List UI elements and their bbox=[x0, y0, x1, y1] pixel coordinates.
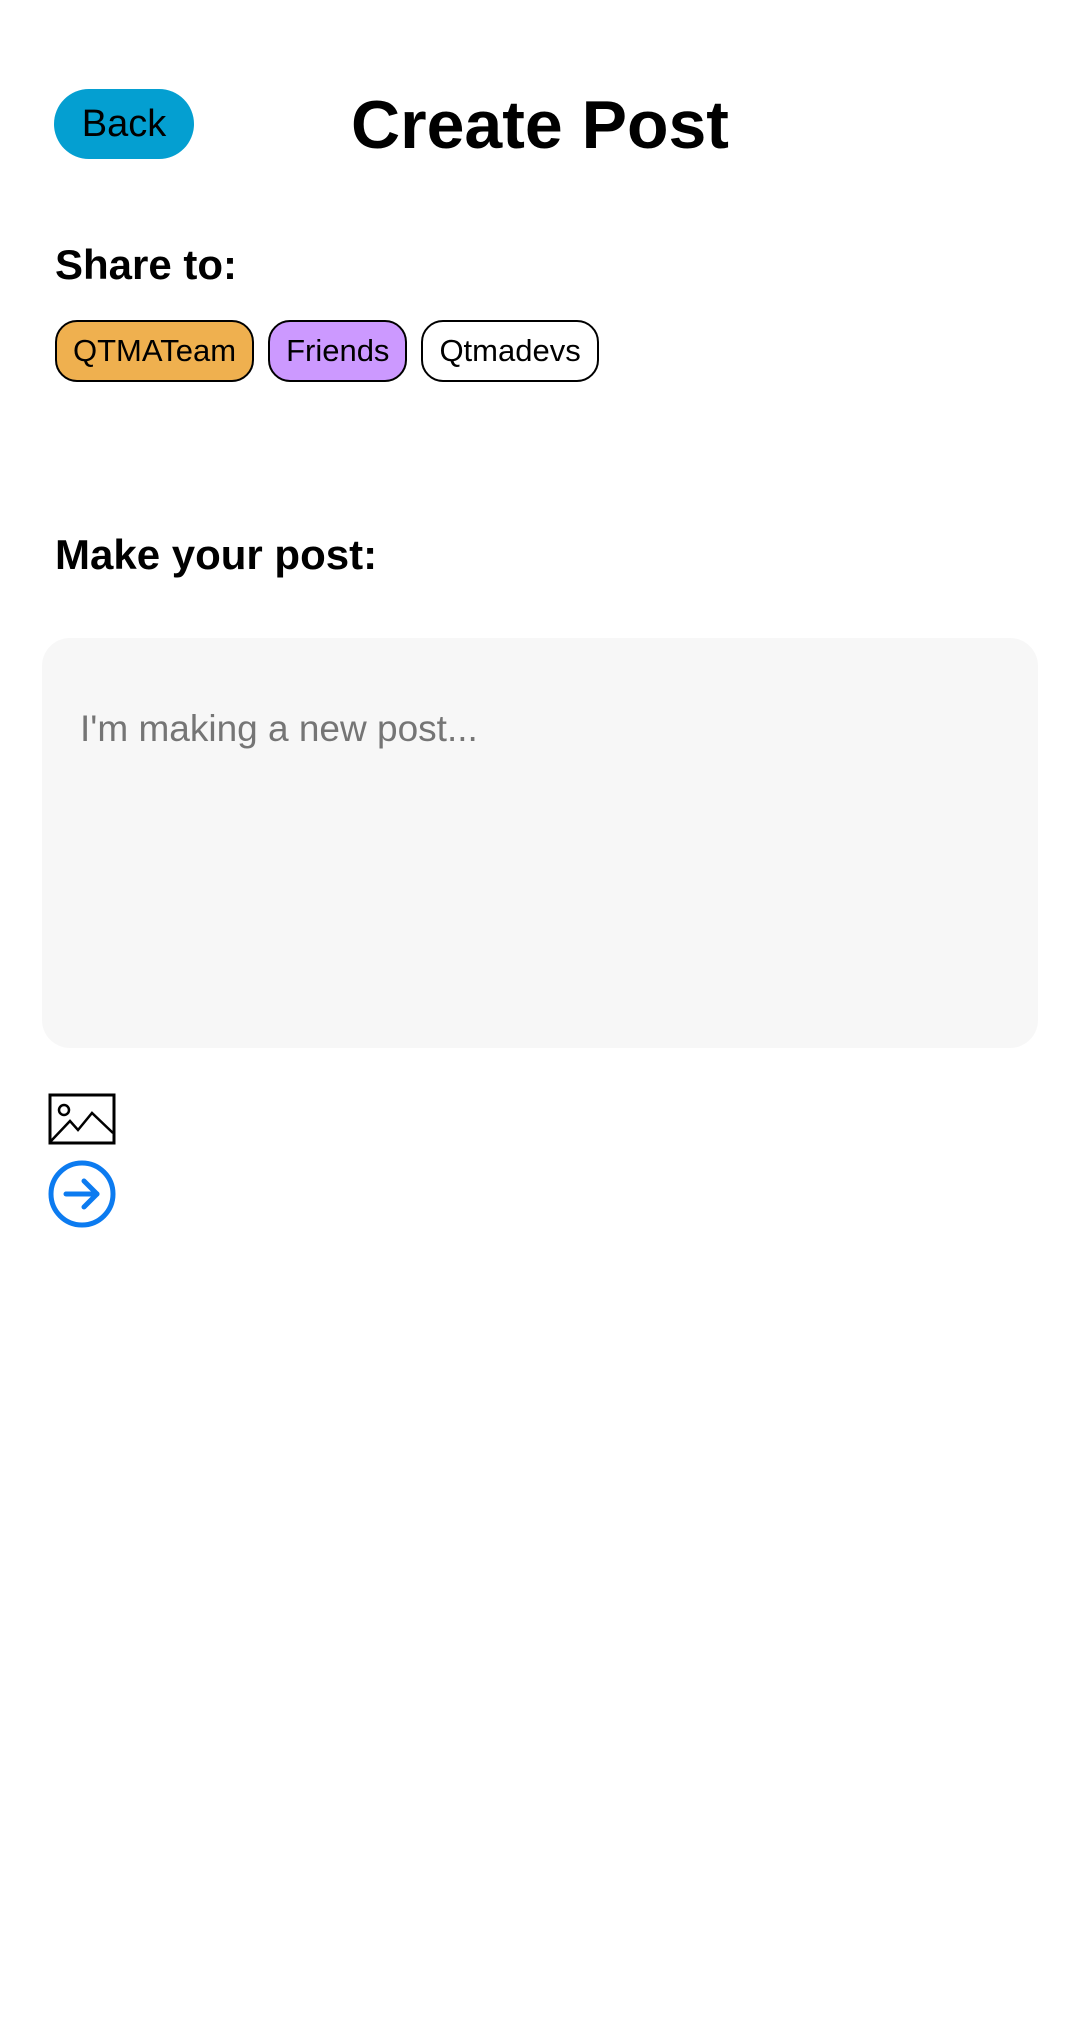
make-post-label: Make your post: bbox=[55, 531, 378, 578]
page-title: Create Post bbox=[351, 87, 729, 163]
share-to-label: Share to: bbox=[55, 241, 238, 288]
post-text-input[interactable] bbox=[80, 706, 1000, 980]
share-chip-group: QTMATeam Friends Qtmadevs bbox=[55, 320, 599, 382]
share-chip-friends[interactable]: Friends bbox=[268, 320, 408, 382]
share-chip-qtmadevs[interactable]: Qtmadevs bbox=[421, 320, 599, 382]
share-chip-qtmateam[interactable]: QTMATeam bbox=[55, 320, 255, 382]
post-text-area-container bbox=[42, 638, 1038, 1048]
image-icon[interactable] bbox=[48, 1093, 116, 1145]
arrow-right-circle-icon[interactable] bbox=[48, 1160, 116, 1228]
